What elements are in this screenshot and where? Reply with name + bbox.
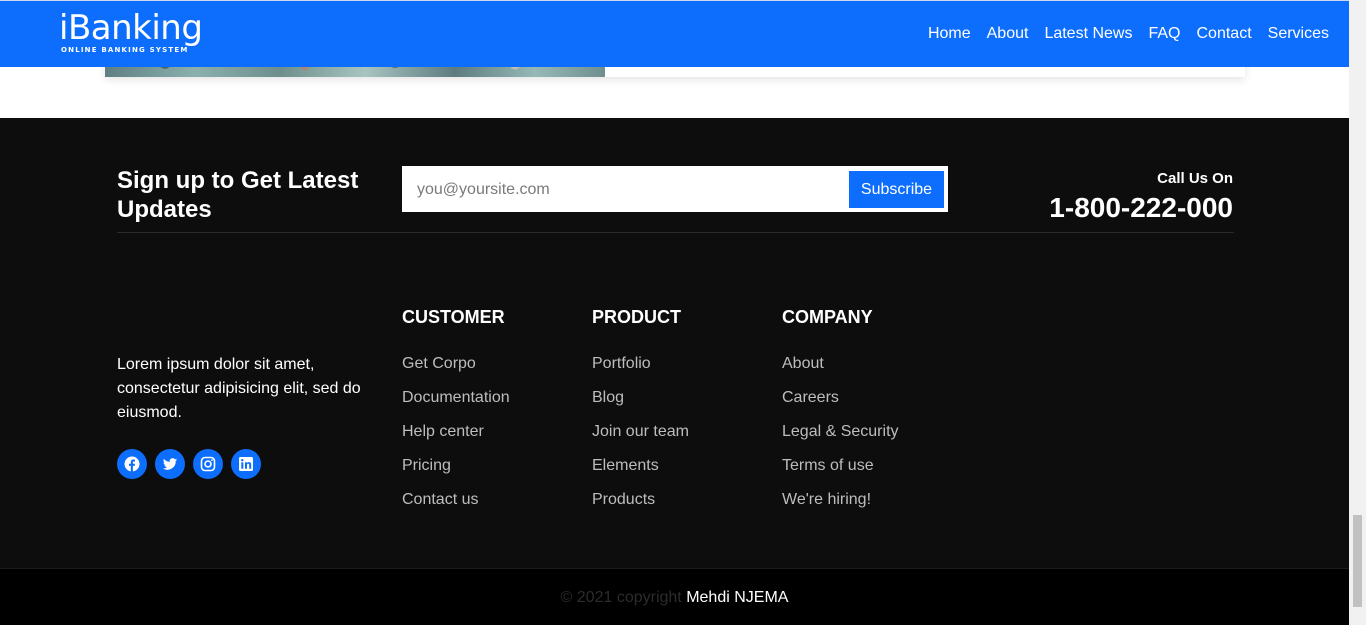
footer-link[interactable]: Contact us xyxy=(402,490,510,524)
facebook-icon[interactable] xyxy=(117,449,147,479)
footer-link[interactable]: Terms of use xyxy=(782,456,899,490)
nav-home[interactable]: Home xyxy=(928,25,971,43)
signup-title: Sign up to Get Latest Updates xyxy=(117,167,359,223)
footer-link[interactable]: Careers xyxy=(782,388,899,422)
customer-column: CUSTOMER Get Corpo Documentation Help ce… xyxy=(402,307,510,524)
brand-tagline: ONLINE BANKING SYSTEM xyxy=(61,46,189,54)
scrollbar-thumb[interactable] xyxy=(1353,515,1362,607)
copyright: © 2021 copyright Mehdi NJEMA xyxy=(0,589,1349,607)
footer: Sign up to Get Latest Updates Subscribe … xyxy=(0,118,1349,568)
instagram-icon[interactable] xyxy=(193,449,223,479)
copyright-bar: © 2021 copyright Mehdi NJEMA xyxy=(0,568,1349,625)
page-scrollbar[interactable] xyxy=(1349,0,1366,625)
call-label: Call Us On xyxy=(1157,170,1233,187)
product-heading: PRODUCT xyxy=(592,307,681,327)
navbar: iBanking ONLINE BANKING SYSTEM Home Abou… xyxy=(0,0,1349,67)
nav-latest-news[interactable]: Latest News xyxy=(1044,25,1132,43)
copyright-text: © 2021 copyright xyxy=(560,589,682,606)
brand-name: iBanking xyxy=(59,8,203,48)
footer-link[interactable]: Documentation xyxy=(402,388,510,422)
linkedin-icon[interactable] xyxy=(231,449,261,479)
about-text: Lorem ipsum dolor sit amet, consectetur … xyxy=(117,356,361,421)
brand-logo[interactable]: iBanking ONLINE BANKING SYSTEM xyxy=(59,8,203,54)
email-input[interactable] xyxy=(417,175,837,205)
footer-link[interactable]: Get Corpo xyxy=(402,354,510,388)
footer-link[interactable]: We're hiring! xyxy=(782,490,899,524)
footer-link[interactable]: Portfolio xyxy=(592,354,689,388)
subscribe-form: Subscribe xyxy=(402,166,948,212)
page: iBanking ONLINE BANKING SYSTEM Home Abou… xyxy=(0,0,1349,625)
footer-link[interactable]: Pricing xyxy=(402,456,510,490)
main-nav: Home About Latest News FAQ Contact Servi… xyxy=(928,25,1329,43)
footer-link[interactable]: About xyxy=(782,354,899,388)
product-column: PRODUCT Portfolio Blog Join our team Ele… xyxy=(592,307,689,524)
nav-faq[interactable]: FAQ xyxy=(1148,25,1180,43)
footer-link[interactable]: Products xyxy=(592,490,689,524)
copyright-author[interactable]: Mehdi NJEMA xyxy=(686,589,788,606)
company-column: COMPANY About Careers Legal & Security T… xyxy=(782,307,899,524)
customer-heading: CUSTOMER xyxy=(402,307,505,327)
footer-link[interactable]: Elements xyxy=(592,456,689,490)
footer-link[interactable]: Blog xyxy=(592,388,689,422)
footer-link[interactable]: Legal & Security xyxy=(782,422,899,456)
footer-link[interactable]: Help center xyxy=(402,422,510,456)
subscribe-button[interactable]: Subscribe xyxy=(849,171,944,208)
company-heading: COMPANY xyxy=(782,307,873,327)
footer-divider xyxy=(117,232,1234,233)
phone-number: 1-800-222-000 xyxy=(1049,192,1233,223)
footer-link[interactable]: Join our team xyxy=(592,422,689,456)
nav-contact[interactable]: Contact xyxy=(1197,25,1252,43)
nav-about[interactable]: About xyxy=(987,25,1029,43)
nav-services[interactable]: Services xyxy=(1268,25,1329,43)
social-links xyxy=(117,449,261,479)
twitter-icon[interactable] xyxy=(155,449,185,479)
